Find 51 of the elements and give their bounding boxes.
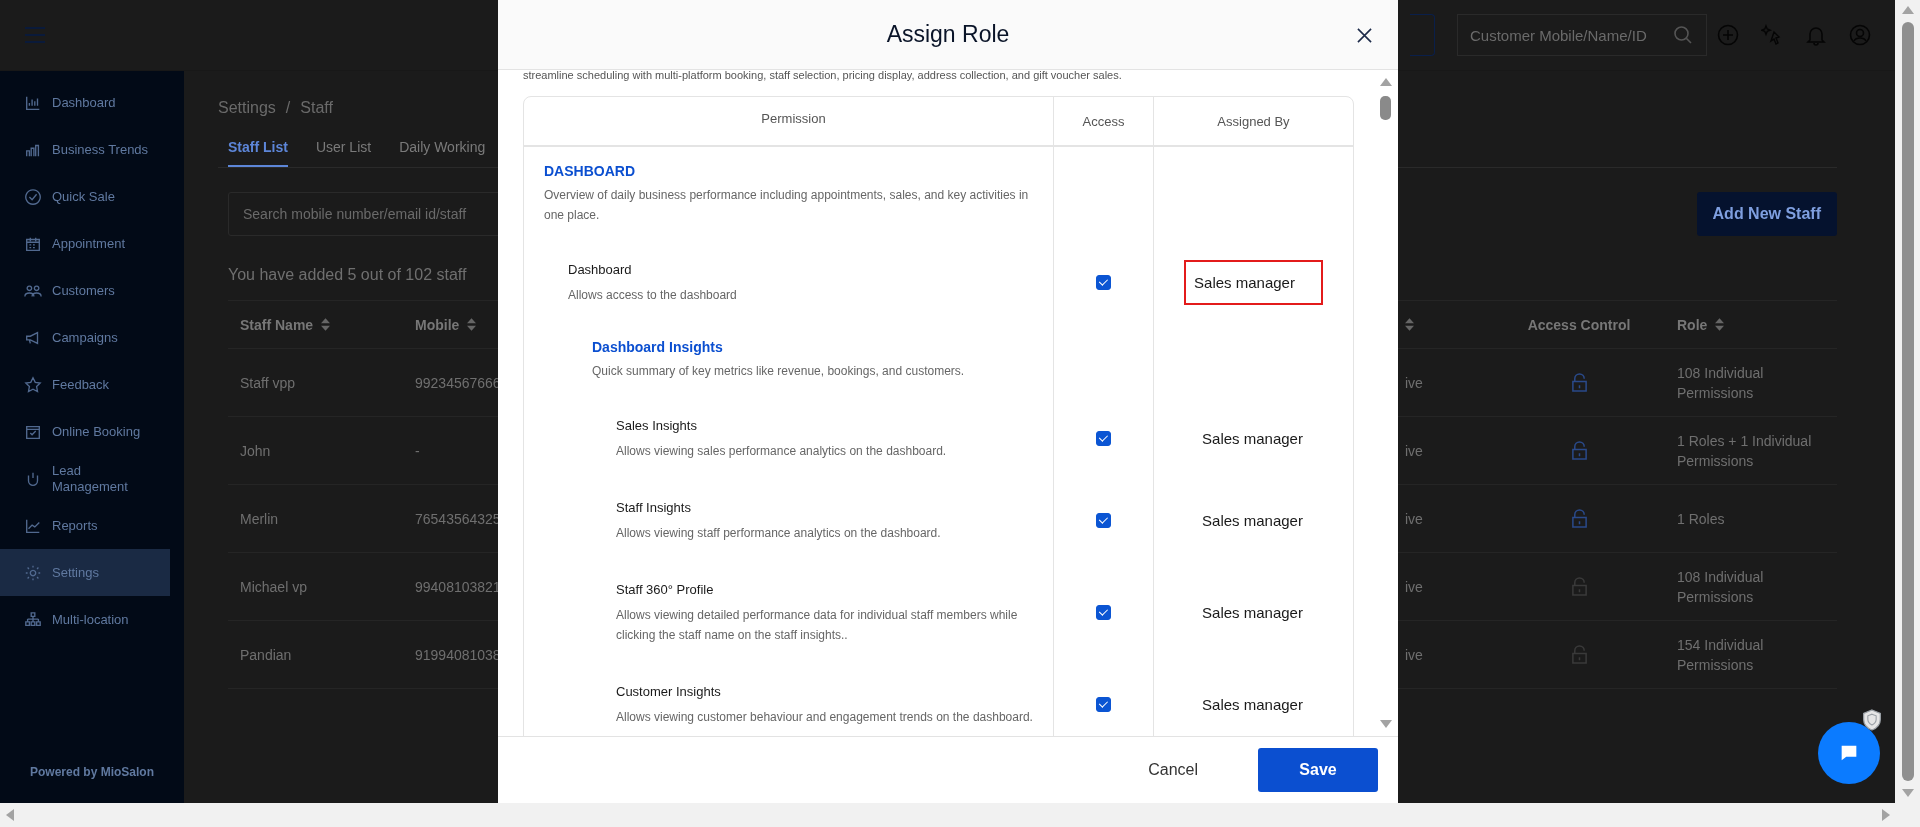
column-header: Staff Name	[240, 316, 314, 333]
dialog-title: Assign Role	[886, 21, 1010, 48]
section-title: Dashboard Insights	[592, 338, 724, 357]
powered-by-text: Powered by MioSalon	[29, 765, 155, 779]
table-cell: 99234567666	[415, 374, 501, 391]
permission-description: Overview of daily business performance including appointments, sales, and key activities in one place.	[544, 187, 1030, 224]
table-cell: ive	[1405, 646, 1423, 663]
table-cell: ive	[1405, 578, 1423, 595]
table-cell: ive	[1405, 442, 1423, 459]
permission-title: Dashboard	[568, 261, 633, 279]
permission-title: Sales Insights	[616, 417, 698, 435]
table-cell: John	[240, 442, 271, 459]
column-header: Access Control	[1527, 316, 1631, 333]
table-cell-text: 108 Individual Permissions	[1677, 567, 1765, 607]
permission-description: Allows viewing staff performance analytics on the dashboard.	[616, 525, 942, 542]
table-cell: Merlin	[240, 510, 279, 527]
column-header: Permission	[761, 111, 826, 126]
permission-description: Allows viewing detailed performance data for individual staff members while clicking the staff name on the staff insights..	[616, 607, 1019, 644]
intro-text: streamline scheduling with multi-platform booking, staff selection, pricing display, address collection, and gift voucher sales.	[523, 70, 1123, 81]
breadcrumb-separator: /	[285, 99, 291, 117]
table-cell: Staff vpp	[240, 374, 295, 391]
table-cell: -	[415, 442, 420, 459]
column-header: Assigned By	[1217, 113, 1290, 129]
table-cell: ive	[1405, 510, 1423, 527]
permission-title: Customer Insights	[616, 683, 722, 701]
assigned-by-text: Sales manager	[1201, 510, 1304, 531]
permission-description: Allows access to the dashboard	[568, 287, 738, 304]
permission-description: Allows viewing sales performance analytics on the dashboard.	[616, 443, 948, 460]
section-title: DASHBOARD	[544, 162, 636, 181]
table-cell-text: 154 Individual Permissions	[1677, 635, 1765, 675]
permission-title: Staff Insights	[616, 499, 692, 517]
column-header: Role	[1677, 316, 1708, 333]
column-header: Mobile	[415, 316, 460, 333]
table-cell-text: 1 Roles + 1 Individual Permissions	[1677, 431, 1813, 471]
table-cell: Michael vp	[240, 578, 307, 595]
assigned-by-text: Sales manager	[1201, 602, 1304, 623]
staff-count-text: You have added 5 out of 102 staff	[228, 266, 467, 284]
table-cell-text: 1 Roles	[1677, 509, 1725, 529]
assigned-by-text: Sales manager	[1201, 428, 1304, 449]
permission-title: Staff 360° Profile	[616, 581, 715, 599]
table-cell-text: 108 Individual Permissions	[1677, 363, 1765, 403]
table-cell: ive	[1405, 374, 1423, 391]
column-header: Access	[1082, 113, 1125, 129]
assigned-by-text: Sales manager	[1201, 694, 1304, 715]
permission-description: Allows viewing customer behaviour and engagement trends on the dashboard.	[616, 709, 1034, 726]
table-cell: Pandian	[240, 646, 292, 663]
table-cell: 91994081038	[415, 646, 501, 663]
table-cell: 99408103821	[415, 578, 501, 595]
permission-description: Quick summary of key metrics like revenue, bookings, and customers.	[592, 363, 966, 380]
table-cell: 76543564325	[415, 510, 501, 527]
assigned-by-text: Sales manager	[1184, 259, 1323, 305]
